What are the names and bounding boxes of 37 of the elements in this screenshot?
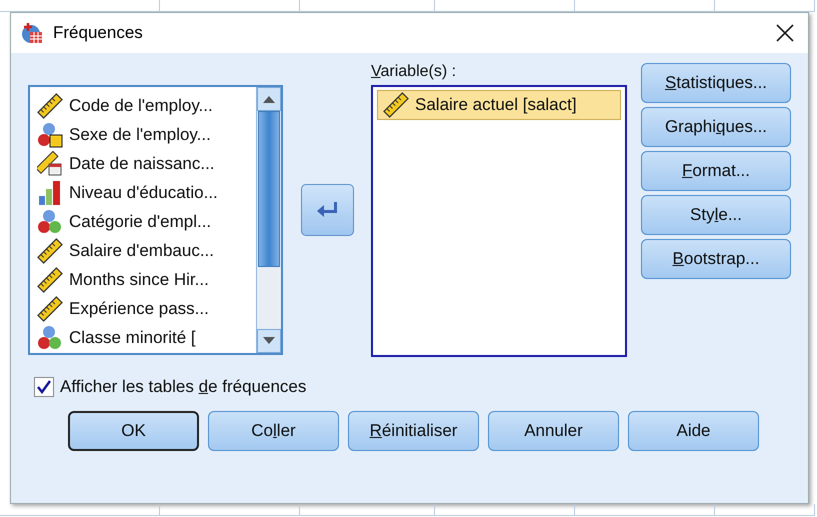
variable-list-item[interactable]: Months since Hir...: [30, 265, 256, 294]
dialog-button[interactable]: Coller: [208, 411, 339, 451]
dialog-button[interactable]: Bootstrap...: [641, 239, 791, 279]
dialog-button[interactable]: Réinitialiser: [348, 411, 479, 451]
dialog-button[interactable]: Aide: [628, 411, 759, 451]
dialog-button[interactable]: OK: [68, 411, 199, 451]
move-variable-button[interactable]: [300, 184, 354, 236]
variable-list-item[interactable]: Catégorie d'empl...: [30, 207, 256, 236]
balls-icon: [37, 208, 63, 234]
dialog-button[interactable]: Statistiques...: [641, 63, 791, 103]
check-icon: [37, 380, 51, 394]
window-title: Fréquences: [53, 23, 144, 43]
variable-list-item[interactable]: Classe minorité [: [30, 323, 256, 352]
variable-list-item[interactable]: Salaire actuel [salact]: [377, 90, 621, 120]
variable-list-item[interactable]: Sexe de l'employ...: [30, 120, 256, 149]
close-icon: [776, 24, 794, 42]
variable-list-item[interactable]: Salaire d'embauc...: [30, 236, 256, 265]
variables-label: Variable(s) :: [371, 63, 458, 82]
table-icon: [21, 22, 43, 44]
scroll-up-icon: [263, 95, 275, 103]
dialog-button[interactable]: Format...: [641, 151, 791, 191]
bar-chart-icon: [37, 180, 63, 206]
variable-list-item[interactable]: Expérience pass...: [30, 294, 256, 323]
checkbox-label: Afficher les tables de fréquences: [60, 377, 306, 397]
variable-list-item[interactable]: Date de naissanc...: [30, 149, 256, 178]
dialog-button[interactable]: Graphiques...: [641, 107, 791, 147]
balls-string-icon: [37, 122, 63, 148]
ruler-calendar-icon: [37, 150, 63, 176]
checkbox[interactable]: [34, 377, 54, 397]
balls-icon: [37, 324, 63, 350]
scroll-down-icon: [263, 337, 275, 345]
variable-list-item[interactable]: Niveau d'éducatio...: [30, 178, 256, 207]
variable-list-item[interactable]: Code de l'employ...: [30, 91, 256, 120]
return-arrow-icon: [316, 200, 338, 220]
dialog-button[interactable]: Annuler: [488, 411, 619, 451]
dialog-button[interactable]: Style...: [641, 195, 791, 235]
scrollbar[interactable]: [256, 87, 281, 353]
